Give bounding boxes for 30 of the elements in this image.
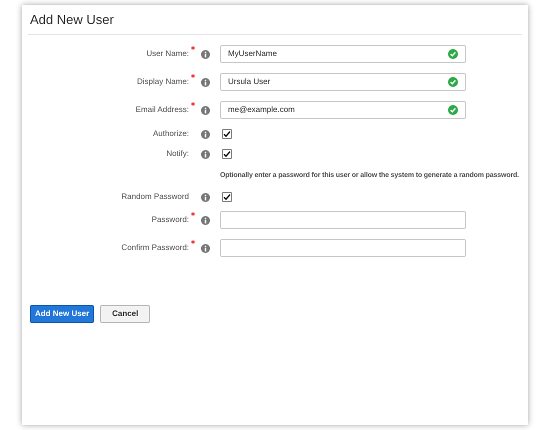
input-field[interactable]: MyUserName [220, 45, 466, 63]
field-label: Random Password [121, 191, 189, 203]
input-field[interactable]: Ursula User [220, 73, 466, 91]
field-label: Authorize: [152, 128, 189, 140]
add-user-button[interactable]: Add New User [30, 305, 94, 323]
info-icon[interactable] [201, 130, 210, 138]
field-label: Confirm Password: [121, 242, 189, 254]
info-icon[interactable] [201, 106, 210, 114]
field-label: Email Address: [136, 104, 189, 116]
info-icon[interactable] [201, 216, 210, 224]
field-label: Notify: [166, 148, 189, 160]
info-icon[interactable] [201, 150, 210, 158]
input-field[interactable] [220, 239, 466, 257]
info-icon[interactable] [201, 50, 210, 58]
field-label: User Name: [146, 48, 189, 60]
field-value: Ursula User [228, 76, 270, 88]
input-field[interactable] [220, 211, 466, 229]
panel-title: Add New User [29, 10, 114, 29]
info-icon[interactable] [201, 78, 210, 86]
checkbox[interactable] [222, 192, 232, 202]
field-label: Display Name: [136, 76, 189, 88]
field-label: Password: [152, 214, 189, 226]
input-field[interactable]: me@example.com [220, 101, 466, 119]
checkbox[interactable] [222, 129, 232, 139]
info-icon[interactable] [201, 192, 210, 202]
checkbox[interactable] [222, 149, 232, 159]
info-icon[interactable] [201, 244, 210, 252]
field-value: MyUserName [228, 48, 277, 60]
field-value: me@example.com [228, 104, 295, 116]
cancel-button[interactable]: Cancel [100, 305, 150, 323]
